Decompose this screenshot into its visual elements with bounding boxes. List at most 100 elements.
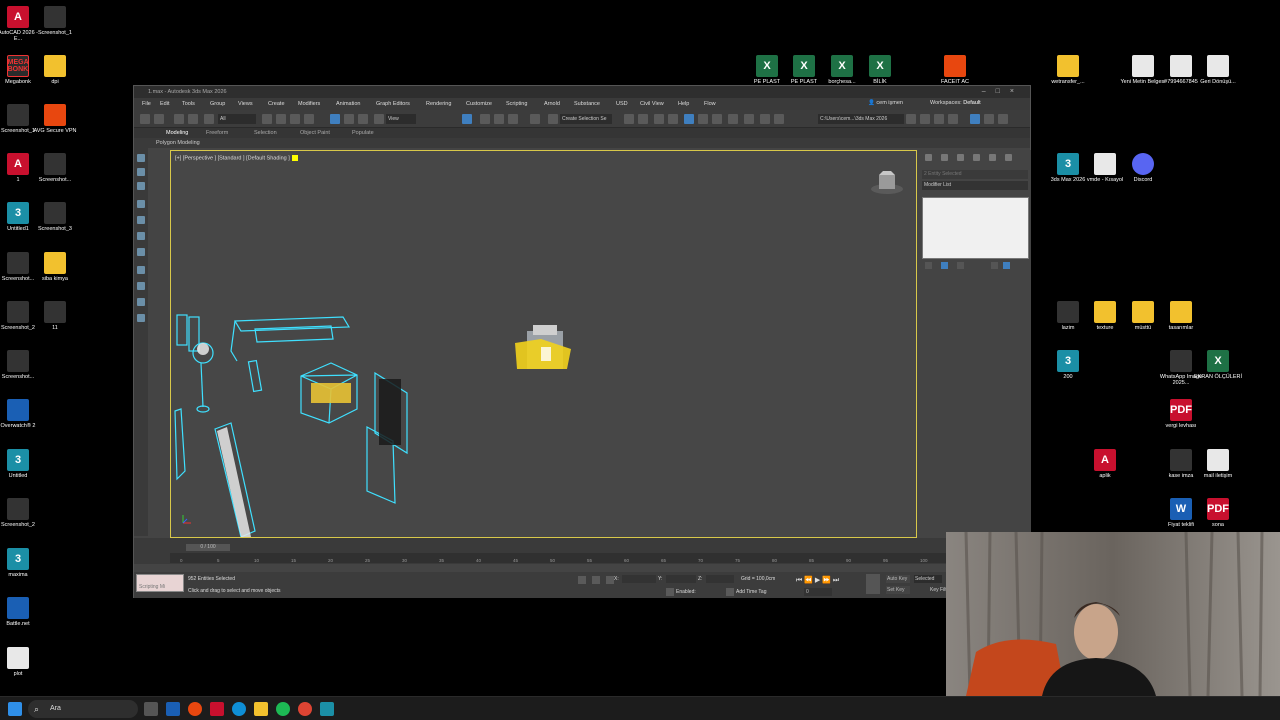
desktop-icon[interactable]: Aaplik [1081, 449, 1129, 479]
open-file-icon[interactable] [920, 114, 930, 124]
angle-snap-icon[interactable] [494, 114, 504, 124]
select-object-icon[interactable] [262, 114, 272, 124]
layout-tab-icon[interactable] [137, 200, 145, 208]
desktop-icon[interactable]: Screenshot_2 [0, 498, 42, 528]
hierarchy-tab-icon[interactable] [957, 154, 964, 161]
material-editor-icon[interactable] [728, 114, 738, 124]
desktop-icon[interactable]: PDF sona [1194, 498, 1242, 528]
menu-item[interactable]: Modifiers [298, 101, 320, 107]
utilities-tab-icon[interactable] [1005, 154, 1012, 161]
scene-geometry[interactable] [171, 151, 917, 538]
maxscript-listener[interactable]: Scripting Mi [136, 574, 184, 592]
chrome-icon[interactable] [298, 702, 312, 716]
toggle-layer-explorer-icon[interactable] [668, 114, 678, 124]
bind-space-warp-icon[interactable] [204, 114, 214, 124]
menu-item[interactable]: Civil View [640, 101, 664, 107]
desktop-icon[interactable]: plot [0, 647, 42, 677]
desktop-icon[interactable]: Screenshot_1 [31, 6, 79, 36]
menu-item[interactable]: File [142, 101, 151, 107]
active-toggle-icon[interactable] [970, 114, 980, 124]
3dsmax-window[interactable]: 1.max - Autodesk 3ds Max 2026 –□× File Ed… [133, 85, 1031, 598]
desktop-icon[interactable]: wetransfer_... [1044, 55, 1092, 85]
configure-modifier-sets-icon[interactable] [1003, 262, 1010, 269]
menu-item[interactable]: Tools [182, 101, 195, 107]
ribbon-tab[interactable]: Selection [254, 130, 277, 136]
menu-item[interactable]: Create [268, 101, 285, 107]
menu-item[interactable]: Graph Editors [376, 101, 410, 107]
menu-item[interactable]: Edit [160, 101, 169, 107]
project-path-field[interactable]: C:\Users\cem...\3ds Max 2026 [818, 114, 904, 124]
desktop-icon[interactable]: AVG Secure VPN [31, 104, 79, 134]
time-tag-icon[interactable] [726, 588, 734, 596]
user-account[interactable]: 👤 cem işmen [868, 100, 903, 106]
toggle-scene-explorer-icon[interactable] [654, 114, 664, 124]
edit-named-selection-icon[interactable] [548, 114, 558, 124]
desktop-icon[interactable]: 3 200 [1044, 350, 1092, 380]
save-icon[interactable] [934, 114, 944, 124]
desktop-icon[interactable]: Geri Dönüşü... [1194, 55, 1242, 85]
layout-tab-icon[interactable] [137, 282, 145, 290]
rendered-frame-window-icon[interactable] [760, 114, 770, 124]
store-icon[interactable] [166, 702, 180, 716]
percent-snap-icon[interactable] [508, 114, 518, 124]
desktop-icon[interactable]: 3 maxima [0, 548, 42, 578]
layout-tab-icon[interactable] [137, 248, 145, 256]
named-selection-set-dropdown[interactable]: Create Selection Se [560, 114, 612, 124]
y-coord-field[interactable] [666, 575, 696, 583]
desktop-icon[interactable]: FACEIT AC [931, 55, 979, 85]
menu-item[interactable]: Rendering [426, 101, 451, 107]
menu-item[interactable]: USD [616, 101, 628, 107]
perspective-viewport[interactable]: [+] [Perspective ] [Standard ] [Default … [170, 150, 917, 538]
desktop-icon[interactable]: Screenshot... [31, 153, 79, 183]
absolute-transform-icon[interactable] [606, 576, 614, 584]
time-slider[interactable]: 0 / 100 [186, 544, 230, 551]
layout-tab-icon[interactable] [137, 182, 145, 190]
browser-icon[interactable] [188, 702, 202, 716]
modifier-list-dropdown[interactable]: Modifier List [922, 181, 1028, 190]
spotify-icon[interactable] [276, 702, 290, 716]
file-explorer-icon[interactable] [254, 702, 268, 716]
menu-item[interactable]: Help [678, 101, 689, 107]
window-controls[interactable]: –□× [982, 86, 1024, 98]
mirror-icon[interactable] [624, 114, 634, 124]
motion-tab-icon[interactable] [973, 154, 980, 161]
desktop-icon[interactable]: Battle.net [0, 597, 42, 627]
lock-selection-icon[interactable] [592, 576, 600, 584]
layout-tab-icon[interactable] [137, 266, 145, 274]
scene-converter-icon[interactable] [984, 114, 994, 124]
render-production-icon[interactable] [774, 114, 784, 124]
desktop-icon[interactable]: X BİLİK [856, 55, 904, 85]
set-key-icon[interactable] [866, 574, 880, 594]
desktop-icon[interactable]: 3 Untitled [0, 449, 42, 479]
ribbon-tab[interactable]: Modeling [166, 130, 188, 136]
x-coord-field[interactable] [622, 575, 656, 583]
taskbar-search[interactable]: ⌕ Ara [28, 700, 138, 718]
desktop-icon[interactable]: tasarımlar [1157, 301, 1205, 331]
snaps-toggle-icon[interactable] [480, 114, 490, 124]
layout-tab-icon[interactable] [137, 154, 145, 162]
modifier-stack[interactable] [922, 197, 1029, 259]
rectangular-selection-icon[interactable] [290, 114, 300, 124]
make-unique-icon[interactable] [957, 262, 964, 269]
ribbon-tab[interactable]: Freeform [206, 130, 228, 136]
select-and-rotate-icon[interactable] [344, 114, 354, 124]
windows-start-icon[interactable] [8, 702, 22, 716]
link-icon[interactable] [174, 114, 184, 124]
desktop-icon[interactable]: X EKRAN ÖLÇÜLERİ [1194, 350, 1242, 380]
use-pivot-center-icon[interactable] [462, 114, 472, 124]
desktop-icon[interactable]: dpi [31, 55, 79, 85]
track-bar[interactable]: 0 5 10 15 20 25 30 35 40 45 50 55 60 65 70 75 80 85 90 95 10… [170, 553, 950, 563]
menu-item[interactable]: Group [210, 101, 225, 107]
desktop-icon[interactable]: PDF vergi levhası [1157, 399, 1205, 429]
desktop-icon[interactable]: Discord [1119, 153, 1167, 183]
menu-item[interactable]: Customize [466, 101, 492, 107]
adaptive-degradation-icon[interactable] [666, 588, 674, 596]
layout-tab-icon[interactable] [137, 298, 145, 306]
z-coord-field[interactable] [706, 575, 734, 583]
reference-coordinate-dropdown[interactable]: View [386, 114, 416, 124]
toggle-ribbon-icon[interactable] [684, 114, 694, 124]
spinner-snap-icon[interactable] [530, 114, 540, 124]
menu-item[interactable]: Animation [336, 101, 360, 107]
menu-item[interactable]: Substance [574, 101, 600, 107]
display-tab-icon[interactable] [989, 154, 996, 161]
